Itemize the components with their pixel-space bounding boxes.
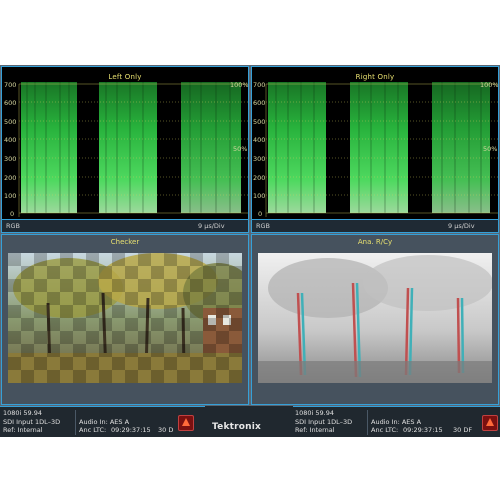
input-source: SDI Input 1DL–3D xyxy=(3,417,61,426)
tick-label: 100 xyxy=(253,192,266,200)
time-div-label: 9 µs/Div xyxy=(198,222,225,230)
audio-input: Audio In: AES A xyxy=(79,417,130,426)
tick-label: 100 xyxy=(4,192,17,200)
waveform-monitor-screen: Left Only 700 600 500 400 300 200 100 0 … xyxy=(0,65,500,437)
waveform-title-right: Right Only xyxy=(355,73,395,81)
ltc-rate: 30 DF xyxy=(453,426,473,434)
percent-label: 100% xyxy=(480,81,499,89)
waveform-trace-left xyxy=(18,82,248,217)
percent-label: 50% xyxy=(233,145,248,153)
mode-label: RGB xyxy=(256,222,271,230)
checker-image xyxy=(8,253,242,383)
waveform-panel-right[interactable]: Right Only 700 600 500 400 300 200 100 0… xyxy=(251,66,499,233)
warning-icon[interactable] xyxy=(178,415,194,431)
video-format: 1080i 59.94 xyxy=(3,409,43,417)
picture-frame-anaglyph xyxy=(258,253,492,383)
picture-frame-checker xyxy=(8,253,242,383)
tick-label: 300 xyxy=(4,155,17,163)
time-div-label: 9 µs/Div xyxy=(448,222,475,230)
waveform-footer-right: RGB 9 µs/Div xyxy=(252,219,498,232)
reference-source: Ref: Internal xyxy=(3,426,43,434)
tick-label: 200 xyxy=(4,174,17,182)
ltc-label: Anc LTC: xyxy=(371,426,399,434)
tick-label: 200 xyxy=(253,174,266,182)
brand-logo: Tektronix xyxy=(212,422,262,432)
video-format: 1080i 59.94 xyxy=(295,409,335,417)
picture-panel-left[interactable]: Checker xyxy=(1,234,249,405)
ltc-rate: 30 D xyxy=(158,426,174,434)
tick-label: 400 xyxy=(4,136,17,144)
mode-label: RGB xyxy=(6,222,21,230)
divider xyxy=(367,410,368,435)
divider xyxy=(75,410,76,435)
picture-title-right: Ana. R/Cy xyxy=(357,238,393,246)
tick-label: 500 xyxy=(253,118,266,126)
tick-label: 0 xyxy=(258,210,263,218)
picture-panel-right[interactable]: Ana. R/Cy xyxy=(251,234,499,405)
tick-label: 500 xyxy=(4,118,17,126)
waveform-footer-left: RGB 9 µs/Div xyxy=(2,219,248,232)
input-source: SDI Input 1DL–3D xyxy=(295,417,353,426)
percent-label: 50% xyxy=(483,145,498,153)
tick-label: 300 xyxy=(253,155,266,163)
waveform-panel-left[interactable]: Left Only 700 600 500 400 300 200 100 0 … xyxy=(1,66,249,233)
audio-input: Audio In: AES A xyxy=(371,417,422,426)
waveform-trace-right xyxy=(265,82,498,217)
tick-label: 700 xyxy=(4,81,17,89)
anaglyph-image xyxy=(258,253,492,383)
ltc-time: 09:29:37:15 xyxy=(111,426,151,434)
warning-icon[interactable] xyxy=(482,415,498,431)
tick-label: 600 xyxy=(4,99,17,107)
tick-label: 0 xyxy=(10,210,15,218)
waveform-title-left: Left Only xyxy=(108,73,142,81)
tick-label: 700 xyxy=(253,81,266,89)
picture-title-left: Checker xyxy=(110,238,140,246)
percent-label: 100% xyxy=(230,81,249,89)
tick-label: 400 xyxy=(253,136,266,144)
ltc-time: 09:29:37:15 xyxy=(403,426,443,434)
reference-source: Ref: Internal xyxy=(295,426,335,434)
ltc-label: Anc LTC: xyxy=(79,426,107,434)
tick-label: 600 xyxy=(253,99,266,107)
